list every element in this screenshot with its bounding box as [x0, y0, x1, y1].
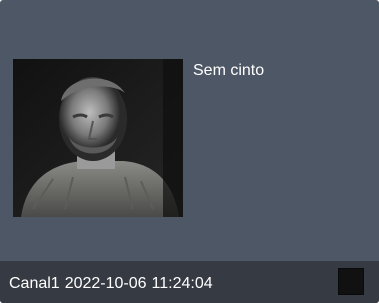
- card-footer: Canal1 2022-10-06 11:24:04: [0, 261, 379, 303]
- alarm-event-card[interactable]: Sem cinto Canal1 2022-10-06 11:24:04: [0, 0, 379, 303]
- event-date: 2022-10-06: [64, 275, 147, 292]
- event-snapshot-image[interactable]: [13, 59, 183, 217]
- channel-name: Canal1: [9, 275, 60, 292]
- event-info: Canal1 2022-10-06 11:24:04: [9, 274, 213, 294]
- event-type-label: Sem cinto: [193, 62, 265, 79]
- event-time: 11:24:04: [151, 275, 213, 292]
- driver-snapshot-graphic: [13, 59, 183, 217]
- select-checkbox[interactable]: [338, 268, 364, 295]
